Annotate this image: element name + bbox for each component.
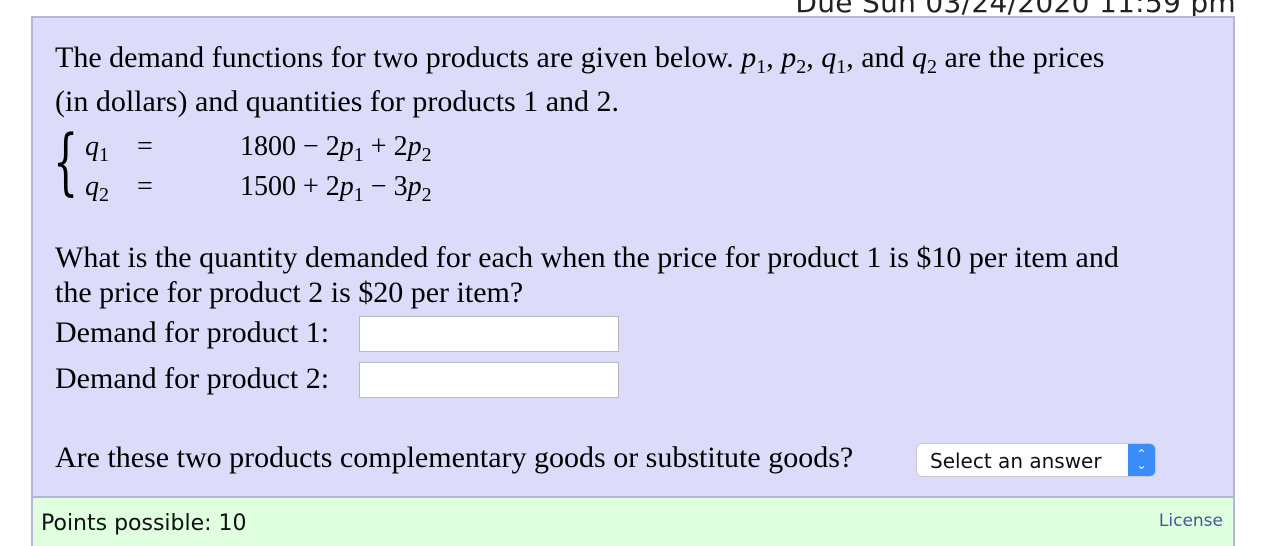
intro-line-2: (in dollars) and quantities for products…	[55, 85, 620, 118]
demand-product-2-label: Demand for product 2:	[55, 362, 330, 395]
prompt-line-1: What is the quantity demanded for each w…	[55, 241, 1119, 274]
updown-chevron-icon: ⌃ ⌄	[1128, 444, 1155, 476]
demand-product-1-input[interactable]	[359, 316, 619, 352]
prompt-line-2: the price for product 2 is $20 per item?	[55, 276, 524, 309]
var-p2: p2	[781, 41, 807, 78]
intro-line-1: The demand functions for two products ar…	[55, 41, 1105, 78]
goods-question: Are these two products complementary goo…	[55, 441, 854, 474]
demand-product-2-input[interactable]	[359, 362, 619, 398]
var-q2: q2	[912, 41, 938, 78]
var-q1: q1	[821, 41, 847, 78]
goods-type-select[interactable]: Select an answer ⌃ ⌄	[916, 443, 1156, 477]
equation-system: { q1 = 1800 − 2p1 + 2p2 q2 = 1500 + 2p1 …	[53, 119, 432, 206]
points-footer: Points possible: 10 License	[31, 496, 1235, 546]
left-brace-icon: {	[53, 119, 79, 203]
select-value: Select an answer	[930, 449, 1102, 473]
question-panel: The demand functions for two products ar…	[31, 16, 1235, 496]
var-p1: p1	[741, 41, 767, 78]
demand-product-1-label: Demand for product 1:	[55, 316, 330, 349]
license-link[interactable]: License	[1159, 511, 1223, 531]
points-possible: Points possible: 10	[41, 511, 247, 536]
